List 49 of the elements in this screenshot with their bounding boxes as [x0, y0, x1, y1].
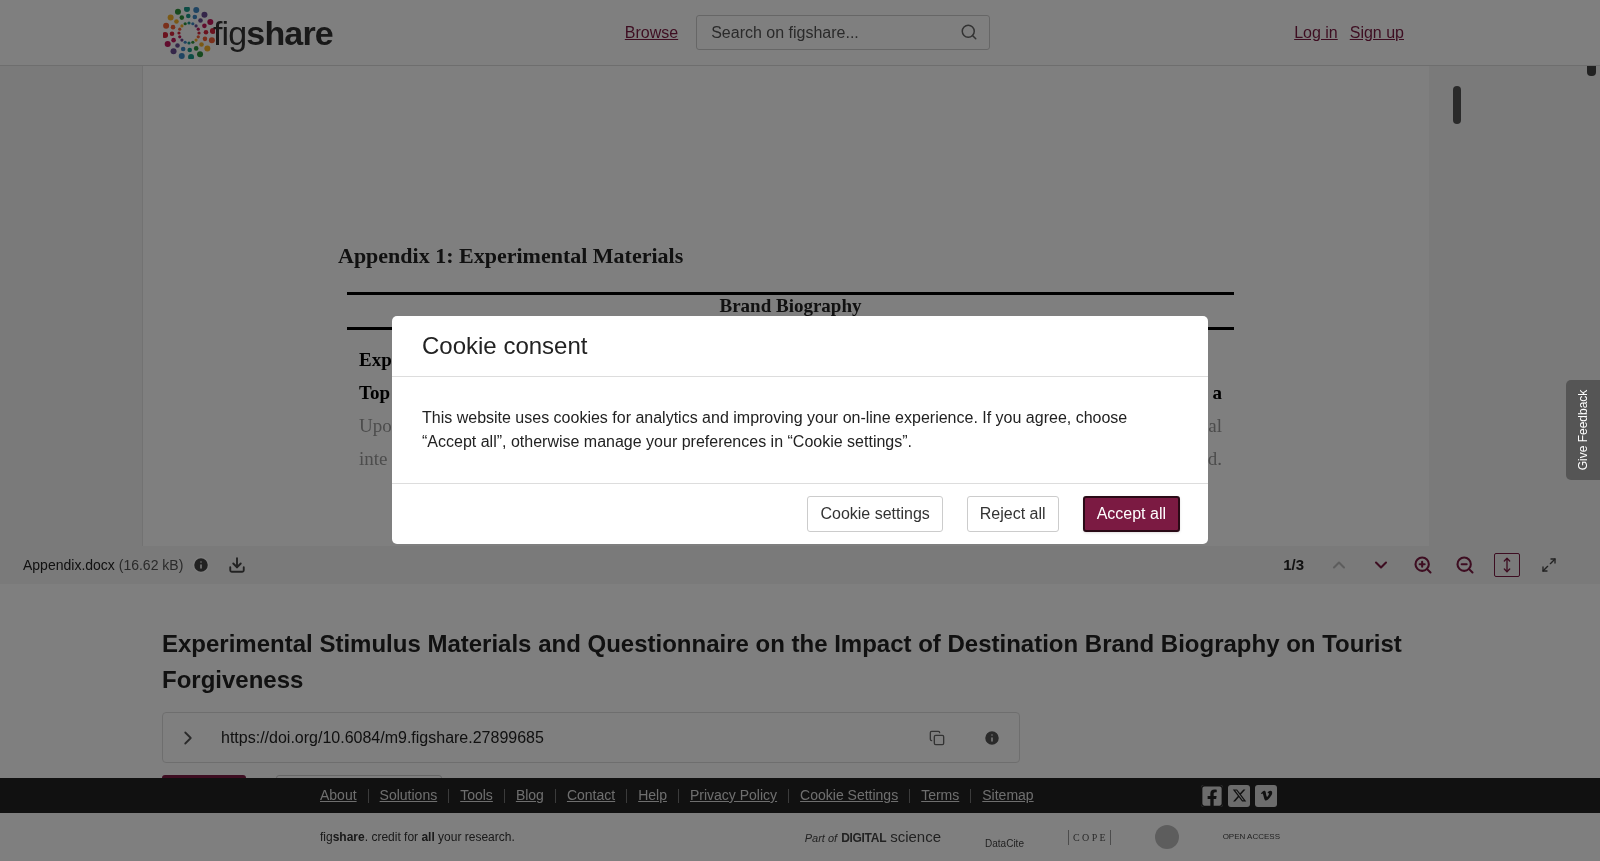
cookie-settings-button[interactable]: Cookie settings: [807, 496, 943, 532]
login-link[interactable]: Log in: [1294, 20, 1338, 45]
figshare-logo[interactable]: figshare: [163, 6, 333, 59]
document-heading: Appendix 1: Experimental Materials: [338, 242, 685, 270]
fit-height-button[interactable]: [1494, 553, 1520, 577]
open-access-logo[interactable]: OPEN ACCESS: [1222, 831, 1280, 843]
footer-link[interactable]: Cookie Settings: [800, 785, 899, 806]
dialog-title: Cookie consent: [422, 331, 588, 361]
download-icon[interactable]: [228, 556, 247, 574]
info-icon[interactable]: [983, 728, 1001, 747]
footer-link[interactable]: Solutions: [379, 785, 438, 806]
page-indicator: 1/3: [1283, 554, 1304, 575]
accept-button[interactable]: Accept all: [1082, 496, 1180, 532]
signup-link[interactable]: Sign up: [1349, 20, 1404, 45]
footer-link[interactable]: Blog: [515, 785, 544, 806]
footer-link[interactable]: Tools: [460, 785, 493, 806]
copy-icon[interactable]: [929, 729, 945, 746]
table-cell-text: Exp: [359, 348, 392, 373]
search-icon[interactable]: [960, 23, 979, 41]
scrollbar-icon[interactable]: [1453, 86, 1461, 124]
footer-link[interactable]: Terms: [921, 785, 960, 806]
zoom-in-icon: [1413, 555, 1433, 575]
browse-link[interactable]: Browse: [624, 20, 679, 45]
reject-button[interactable]: Reject all: [966, 496, 1059, 532]
digital-science-logo[interactable]: Part of DIGITAL science: [804, 825, 942, 849]
expand-arrows-icon: [1541, 557, 1557, 573]
footer-link[interactable]: Privacy Policy: [689, 785, 778, 806]
feedback-tab[interactable]: Give Feedback: [1566, 380, 1600, 480]
dialog-message: This website uses cookies for analytics and improving your on-line experience. If you agree, choose “Accept all”, otherwise manage your preferences in “Cookie settings”.: [422, 408, 1129, 452]
datacite-logo[interactable]: DataCite: [985, 823, 1024, 851]
table-title: Brand Biography: [719, 296, 862, 315]
search-field[interactable]: Search on figshare...: [696, 15, 991, 50]
file-name: Appendix.docx (16.62 kB): [23, 555, 184, 575]
footer-link[interactable]: About: [320, 785, 357, 806]
table-cell-text: Top: [359, 381, 390, 406]
cope-logo[interactable]: C O P E: [1067, 829, 1111, 845]
tagline: figshare. credit for all your research.: [320, 829, 515, 846]
zoom-out-icon: [1455, 555, 1475, 575]
footer-link[interactable]: Contact: [566, 785, 616, 806]
logo-icon: [163, 6, 215, 59]
facebook-icon[interactable]: [1201, 784, 1223, 807]
info-icon[interactable]: [192, 556, 211, 574]
doi-link[interactable]: https://doi.org/10.6084/m9.figshare.27899685: [221, 725, 929, 750]
footer-link[interactable]: Sitemap: [982, 785, 1034, 806]
footer-link[interactable]: Help: [638, 785, 667, 806]
table-cell-text: a: [1212, 381, 1222, 406]
x-icon[interactable]: [1228, 784, 1250, 807]
vimeo-icon[interactable]: [1255, 784, 1277, 807]
item-title: Experimental Stimulus Materials and Questionnaire on the Impact of Destination Brand Biography on Tourist Forgiveness: [162, 629, 1403, 695]
